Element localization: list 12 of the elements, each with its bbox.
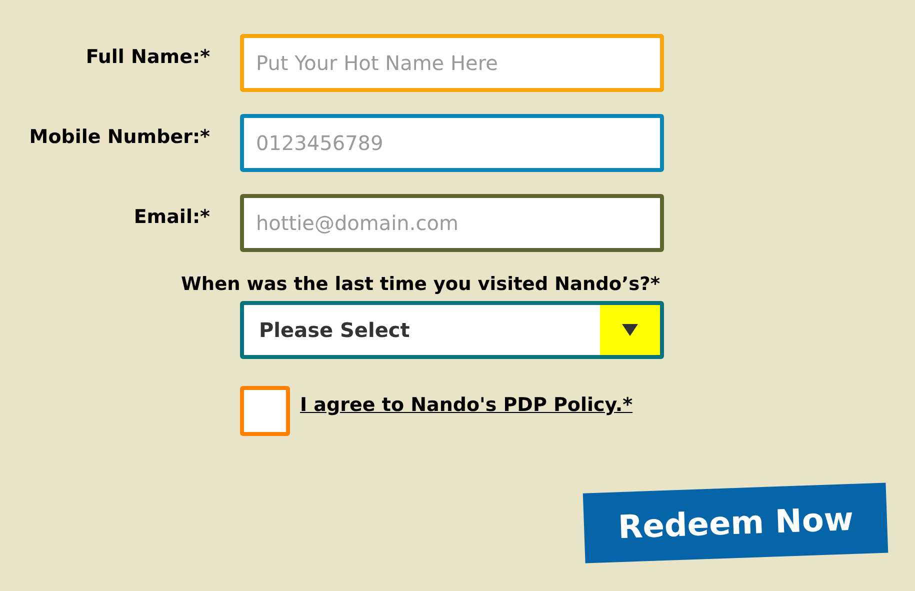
field-label: Email:* bbox=[132, 205, 210, 228]
select-dropdown[interactable]: Please Select bbox=[240, 301, 664, 359]
field-label: Full Name:* bbox=[84, 45, 210, 68]
dropdown-arrow-icon bbox=[622, 324, 638, 336]
question-label: When was the last time you visited Nando’s?* bbox=[181, 274, 662, 295]
input-field[interactable]: Put Your Hot Name Here bbox=[240, 34, 664, 92]
field-label: Mobile Number:* bbox=[28, 125, 210, 148]
checkbox[interactable] bbox=[240, 386, 290, 436]
policy-link[interactable]: I agree to Nando's PDP Policy.* bbox=[300, 394, 633, 416]
input-field[interactable]: hottie@domain.com bbox=[240, 194, 664, 252]
redeem-button[interactable]: Redeem Now bbox=[582, 482, 888, 564]
input-field[interactable]: 0123456789 bbox=[240, 114, 664, 172]
